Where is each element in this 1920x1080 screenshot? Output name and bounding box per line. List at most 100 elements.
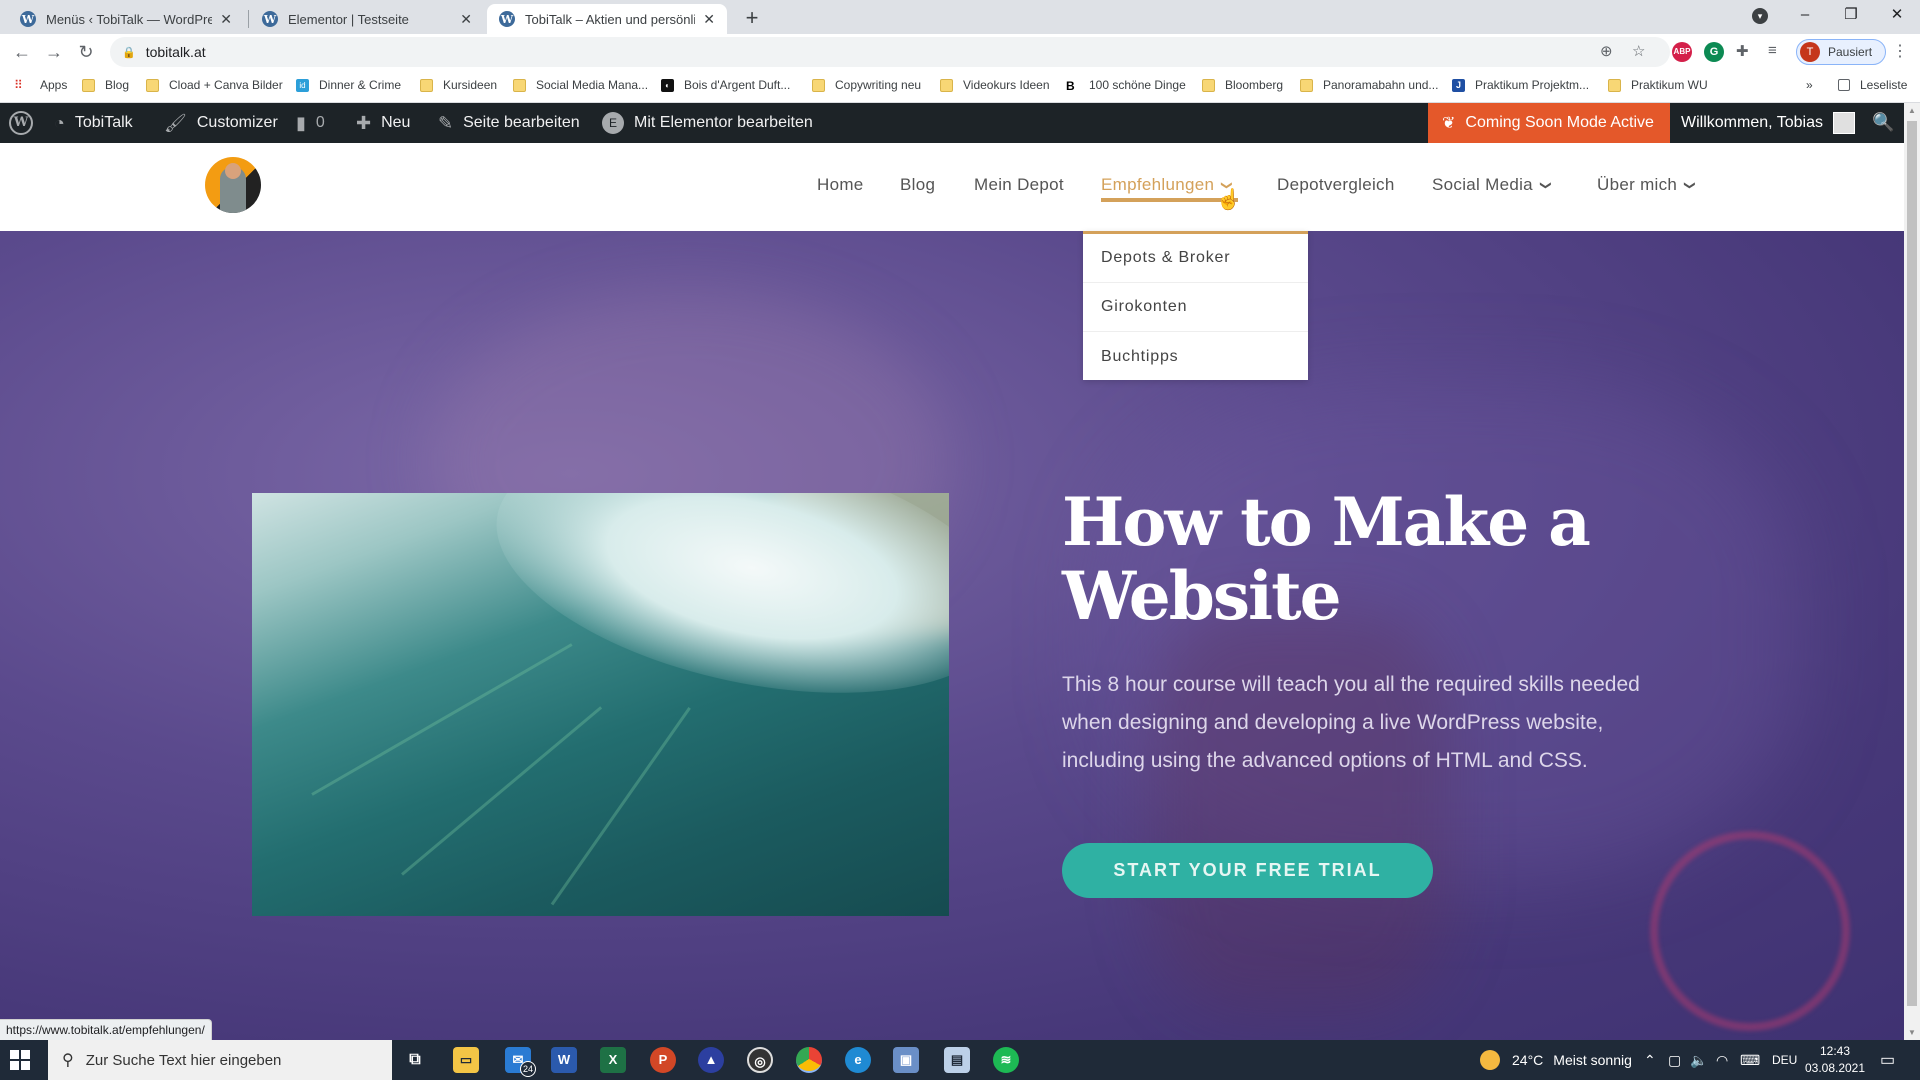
- edit-elementor-link[interactable]: E Mit Elementor bearbeiten: [602, 103, 813, 143]
- bookmark-apps[interactable]: ⠿ Apps: [14, 78, 67, 92]
- nav-blog[interactable]: Blog: [900, 175, 935, 195]
- obs-icon[interactable]: ◎: [747, 1047, 773, 1073]
- windows-start-icon[interactable]: [10, 1050, 30, 1070]
- zoom-icon[interactable]: ⊕: [1600, 42, 1613, 60]
- adblock-extension-icon[interactable]: ABP: [1672, 42, 1692, 62]
- bookmark-kursideen[interactable]: Kursideen: [420, 78, 497, 92]
- bookmark-praktikum-wu[interactable]: Praktikum WU: [1608, 78, 1708, 92]
- coming-soon-badge[interactable]: ❦ Coming Soon Mode Active: [1428, 103, 1670, 143]
- j-logo-icon: J: [1452, 78, 1465, 92]
- nav-mein-depot[interactable]: Mein Depot: [974, 175, 1064, 195]
- extensions-puzzle-icon[interactable]: ✚: [1736, 42, 1749, 60]
- bookmark-dinner[interactable]: id Dinner & Crime: [296, 78, 401, 92]
- tab-search-icon[interactable]: ▾: [1752, 8, 1768, 24]
- tab-menus[interactable]: W Menüs ‹ TobiTalk — WordPress ✕: [8, 4, 244, 34]
- scrollbar-thumb[interactable]: [1907, 121, 1917, 1006]
- customizer-link[interactable]: 🖌 Customizer: [164, 103, 278, 143]
- powerpoint-icon[interactable]: P: [650, 1047, 676, 1073]
- browser-toolbar: ← → ↻ 🔒 tobitalk.at ⊕ ☆ ABP G ✚ ≡ T Paus…: [0, 34, 1920, 70]
- edit-page-link[interactable]: ✎ Seite bearbeiten: [438, 103, 580, 143]
- scroll-up-arrow-icon[interactable]: ▲: [1908, 106, 1916, 115]
- word-icon[interactable]: W: [551, 1047, 577, 1073]
- close-window-button[interactable]: ✕: [1874, 0, 1920, 30]
- nav-depotvergleich[interactable]: Depotvergleich: [1277, 175, 1395, 195]
- bookmark-panorama[interactable]: Panoramabahn und...: [1300, 78, 1438, 92]
- app-icon[interactable]: ▣: [893, 1047, 919, 1073]
- close-tab-icon[interactable]: ✕: [460, 11, 472, 28]
- taskbar-search-input[interactable]: ⚲ Zur Suche Text hier eingeben: [48, 1040, 392, 1080]
- tab-tobitalk[interactable]: W TobiTalk – Aktien und persönliche ✕: [487, 4, 727, 34]
- notepad-icon[interactable]: ▤: [944, 1047, 970, 1073]
- bookmark-100[interactable]: B 100 schöne Dinge: [1066, 78, 1186, 93]
- keyboard-icon[interactable]: ⌨: [1740, 1040, 1760, 1080]
- grammarly-extension-icon[interactable]: G: [1704, 42, 1724, 62]
- bookmarks-overflow-button[interactable]: »: [1806, 78, 1813, 92]
- nav-label: Empfehlungen: [1101, 175, 1215, 194]
- file-explorer-icon[interactable]: ▭: [453, 1047, 479, 1073]
- site-logo[interactable]: [205, 157, 261, 213]
- new-tab-button[interactable]: +: [738, 4, 766, 32]
- nav-social-media[interactable]: Social Media ❯: [1432, 175, 1551, 195]
- back-button[interactable]: ←: [8, 39, 36, 65]
- tray-overflow-icon[interactable]: ⌃: [1644, 1040, 1656, 1080]
- dropdown-item-buchtipps[interactable]: Buchtipps: [1083, 332, 1308, 381]
- spotify-icon[interactable]: ≋: [993, 1047, 1019, 1073]
- bookmark-copywriting[interactable]: Copywriting neu: [812, 78, 921, 92]
- reload-button[interactable]: ↻: [72, 39, 100, 65]
- start-free-trial-button[interactable]: START YOUR FREE TRIAL: [1062, 843, 1433, 898]
- bookmark-videokurs[interactable]: Videokurs Ideen: [940, 78, 1050, 92]
- edit-page-label: Seite bearbeiten: [463, 114, 580, 131]
- close-tab-icon[interactable]: ✕: [220, 11, 232, 28]
- restore-button[interactable]: ❐: [1828, 0, 1874, 30]
- task-view-icon[interactable]: ⧉: [402, 1047, 428, 1073]
- bookmark-bloomberg[interactable]: Bloomberg: [1202, 78, 1283, 92]
- volume-icon[interactable]: 🔈: [1690, 1040, 1707, 1080]
- chrome-menu-icon[interactable]: ⋮: [1892, 41, 1908, 61]
- welcome-label: Willkommen, Tobias: [1681, 114, 1823, 131]
- wp-logo-button[interactable]: W: [9, 103, 33, 143]
- nav-ueber-mich[interactable]: Über mich ❯: [1597, 175, 1695, 195]
- scroll-down-arrow-icon[interactable]: ▼: [1908, 1028, 1916, 1037]
- comments-link[interactable]: ▮ 0: [296, 103, 325, 143]
- bookmark-cload[interactable]: Cload + Canva Bilder: [146, 78, 283, 92]
- id-logo-icon: id: [296, 78, 309, 92]
- bookmark-blog[interactable]: Blog: [82, 78, 129, 92]
- new-content-link[interactable]: ✚ Neu: [356, 103, 410, 143]
- tab-elementor[interactable]: W Elementor | Testseite ✕: [250, 4, 484, 34]
- nav-home[interactable]: Home: [817, 175, 864, 195]
- taskbar-clock[interactable]: 12:43 03.08.2021: [1800, 1043, 1870, 1077]
- profile-button[interactable]: T Pausiert: [1796, 39, 1886, 65]
- admin-search-icon[interactable]: 🔍: [1872, 112, 1894, 133]
- weather-widget[interactable]: 24°C Meist sonnig: [1480, 1040, 1632, 1080]
- customizer-label: Customizer: [196, 114, 278, 131]
- dropdown-item-girokonten[interactable]: Girokonten: [1083, 283, 1308, 332]
- notification-center-icon[interactable]: ▭: [1880, 1050, 1895, 1070]
- wifi-icon[interactable]: ◠: [1716, 1040, 1728, 1080]
- app-icon[interactable]: ▲: [698, 1047, 724, 1073]
- account-menu[interactable]: Willkommen, Tobias: [1681, 103, 1855, 143]
- dropdown-item-depots-broker[interactable]: Depots & Broker: [1083, 234, 1308, 283]
- bookmark-bois[interactable]: ◐ Bois d'Argent Duft...: [661, 78, 790, 92]
- reading-list-button[interactable]: Leseliste: [1838, 78, 1907, 92]
- close-tab-icon[interactable]: ✕: [703, 11, 715, 28]
- folder-icon: [420, 78, 433, 92]
- media-control-icon[interactable]: ≡: [1768, 42, 1777, 59]
- address-bar[interactable]: 🔒 tobitalk.at: [110, 37, 1670, 67]
- chrome-icon[interactable]: [796, 1047, 822, 1073]
- language-indicator[interactable]: DEU: [1772, 1040, 1797, 1080]
- reading-list-label: Leseliste: [1860, 78, 1908, 92]
- forward-button[interactable]: →: [40, 39, 68, 65]
- bookmark-star-icon[interactable]: ☆: [1632, 42, 1645, 60]
- bookmark-social[interactable]: Social Media Mana...: [513, 78, 648, 92]
- edge-icon[interactable]: e: [845, 1047, 871, 1073]
- folder-icon: [1300, 78, 1313, 92]
- page-scrollbar[interactable]: ▲ ▼: [1904, 103, 1920, 1040]
- site-name-link[interactable]: ◔ TobiTalk: [54, 103, 133, 143]
- meet-now-icon[interactable]: ▢: [1668, 1040, 1681, 1080]
- nav-empfehlungen[interactable]: Empfehlungen ❯: [1101, 175, 1233, 195]
- excel-icon[interactable]: X: [600, 1047, 626, 1073]
- bookmark-praktikum-projekt[interactable]: J Praktikum Projektm...: [1452, 78, 1589, 92]
- image-streak: [401, 706, 603, 876]
- tab-title: Menüs ‹ TobiTalk — WordPress: [46, 11, 213, 27]
- minimize-button[interactable]: –: [1782, 0, 1828, 30]
